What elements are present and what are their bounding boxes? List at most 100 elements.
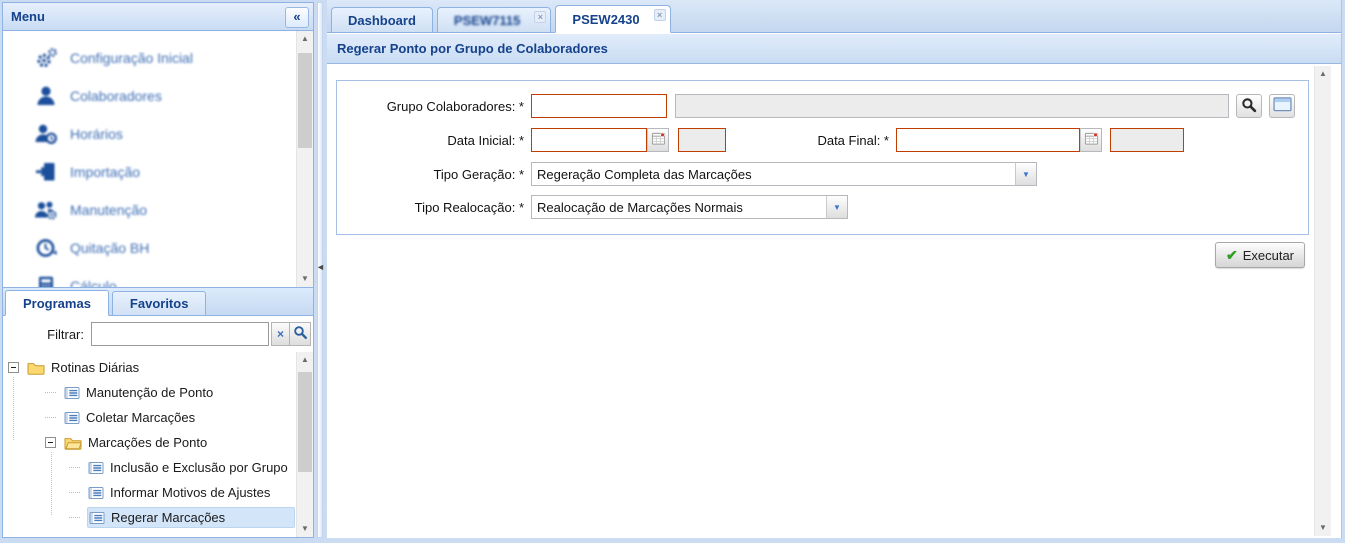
tree-item-inclusao-e-exclusao-por-grupo[interactable]: Inclusão e Exclusão por Grupo	[3, 455, 313, 480]
collapse-toggle-icon[interactable]	[8, 362, 19, 373]
scroll-up-icon[interactable]: ▲	[1315, 66, 1331, 82]
form-row-datas: Data Inicial: * Data Final: *	[337, 127, 1308, 153]
tab-programas[interactable]: Programas	[5, 290, 109, 316]
tab-label: Favoritos	[130, 296, 189, 311]
menu-item-quitacao-bh[interactable]: Quitação BH	[15, 229, 313, 267]
form-row-tipo-geracao: Tipo Geração: * Regeração Completa das M…	[337, 161, 1308, 187]
chevron-down-icon: ▼	[1022, 170, 1030, 179]
program-icon	[88, 486, 104, 500]
data-final-calendar-button[interactable]	[1080, 128, 1102, 152]
scroll-down-icon[interactable]: ▼	[297, 271, 313, 287]
scroll-up-icon[interactable]: ▲	[297, 352, 313, 368]
menu-item-label: Importação	[70, 164, 140, 180]
tab-label: Dashboard	[348, 13, 416, 28]
collapse-left-icon[interactable]: ◄	[316, 262, 325, 272]
application-window: Menu « Configuração Inicial Colaboradore…	[0, 0, 1345, 543]
program-icon	[64, 411, 80, 425]
menu-scrollbar[interactable]: ▲ ▼	[296, 31, 313, 287]
menu-item-label: Manutenção	[70, 202, 147, 218]
tipo-geracao-dropdown-button[interactable]: ▼	[1015, 162, 1037, 186]
tab-favoritos[interactable]: Favoritos	[112, 291, 207, 316]
menu-item-colaboradores[interactable]: Colaboradores	[15, 77, 313, 115]
tree-item-informar-motivos-de-ajustes[interactable]: Informar Motivos de Ajustes	[3, 480, 313, 505]
filter-input[interactable]	[91, 322, 269, 346]
executar-button[interactable]: ✔ Executar	[1215, 242, 1305, 268]
open-window-button[interactable]	[1269, 94, 1295, 118]
tree-elbow	[45, 417, 56, 418]
data-final-input[interactable]	[896, 128, 1080, 152]
tipo-realocacao-dropdown-button[interactable]: ▼	[826, 195, 848, 219]
tree-item-label: Regerar Marcações	[111, 510, 225, 525]
calendar-icon	[1084, 131, 1099, 149]
scrollbar-thumb[interactable]	[298, 53, 312, 148]
clock-icon	[33, 236, 59, 260]
filter-search-button[interactable]	[289, 322, 311, 346]
sidebar: Menu « Configuração Inicial Colaboradore…	[2, 2, 314, 538]
tree-item-label: Inclusão e Exclusão por Grupo	[110, 460, 288, 475]
scroll-down-icon[interactable]: ▼	[297, 521, 313, 537]
collapse-sidebar-button[interactable]: «	[285, 7, 309, 28]
content-scrollbar[interactable]: ▲ ▼	[1314, 66, 1331, 536]
window-icon	[1273, 97, 1292, 115]
sidebar-splitter[interactable]: ◄	[315, 2, 326, 538]
menu-item-importacao[interactable]: Importação	[15, 153, 313, 191]
tree-item-rotinas-diarias[interactable]: Rotinas Diárias	[3, 355, 313, 380]
tab-psew2430[interactable]: PSEW2430 ×	[555, 5, 670, 33]
tree-item-label: Coletar Marcações	[86, 410, 195, 425]
collapse-toggle-icon[interactable]	[45, 437, 56, 448]
tipo-geracao-combobox[interactable]: Regeração Completa das Marcações	[531, 162, 1015, 186]
executar-button-label: Executar	[1243, 248, 1294, 263]
lookup-search-button[interactable]	[1236, 94, 1262, 118]
scrollbar-thumb[interactable]	[298, 372, 312, 472]
user-clock-icon	[33, 122, 59, 146]
main-tabbar: Dashboard PSEW7115 × PSEW2430 ×	[327, 0, 1341, 33]
data-inicial-input[interactable]	[531, 128, 647, 152]
menu-item-label: Configuração Inicial	[70, 50, 193, 66]
tab-label: Programas	[23, 296, 91, 311]
search-icon	[1241, 97, 1257, 116]
form-content: Grupo Colaboradores: * Data Inicial: *	[327, 64, 1341, 538]
menu-item-manutencao[interactable]: Manutenção	[15, 191, 313, 229]
users-gear-icon	[33, 198, 59, 222]
close-tab-icon[interactable]: ×	[654, 9, 666, 21]
filter-bar: Filtrar: ×	[2, 316, 314, 352]
tab-label: PSEW7115	[454, 13, 521, 28]
tree-elbow	[69, 467, 80, 468]
grupo-colaboradores-input[interactable]	[531, 94, 667, 118]
clear-filter-button[interactable]: ×	[271, 322, 289, 346]
tree-item-label: Rotinas Diárias	[51, 360, 139, 375]
tree-scrollbar[interactable]: ▲ ▼	[296, 352, 313, 537]
open-folder-icon	[64, 436, 82, 450]
data-inicial-calendar-button[interactable]	[647, 128, 669, 152]
menu-title: Menu	[11, 9, 45, 24]
program-icon	[64, 386, 80, 400]
tab-label: PSEW2430	[572, 12, 639, 27]
tree-item-label: Informar Motivos de Ajustes	[110, 485, 270, 500]
tree-item-coletar-marcacoes[interactable]: Coletar Marcações	[3, 405, 313, 430]
tree-elbow	[69, 517, 80, 518]
menu-list: Configuração Inicial Colaboradores Horár…	[2, 31, 314, 287]
menu-item-calculo[interactable]: Cálculo	[15, 267, 313, 287]
menu-item-horarios[interactable]: Horários	[15, 115, 313, 153]
data-final-weekday-field	[1110, 128, 1184, 152]
import-icon	[33, 160, 59, 184]
menu-item-configuracao-inicial[interactable]: Configuração Inicial	[15, 39, 313, 77]
program-tree: Rotinas Diárias Manutenção de Ponto Cole…	[2, 352, 314, 538]
menu-item-label: Cálculo	[70, 278, 117, 287]
scroll-up-icon[interactable]: ▲	[297, 31, 313, 47]
tree-elbow	[45, 392, 56, 393]
tipo-realocacao-combobox[interactable]: Realocação de Marcações Normais	[531, 195, 826, 219]
scroll-down-icon[interactable]: ▼	[1315, 520, 1331, 536]
tree-item-marcacoes-de-ponto[interactable]: Marcações de Ponto	[3, 430, 313, 455]
calendar-icon	[651, 131, 666, 149]
tree-item-manutencao-de-ponto[interactable]: Manutenção de Ponto	[3, 380, 313, 405]
tipo-geracao-label: Tipo Geração: *	[337, 167, 531, 182]
user-icon	[33, 84, 59, 108]
chevron-down-icon: ▼	[833, 203, 841, 212]
tree-item-regerar-marcacoes[interactable]: Regerar Marcações	[3, 505, 313, 530]
close-tab-icon[interactable]: ×	[534, 11, 546, 23]
content-panel-header: Regerar Ponto por Grupo de Colaboradores	[327, 33, 1341, 64]
data-inicial-label: Data Inicial: *	[337, 133, 531, 148]
tab-dashboard[interactable]: Dashboard	[331, 7, 433, 33]
tab-psew7115[interactable]: PSEW7115 ×	[437, 7, 552, 33]
